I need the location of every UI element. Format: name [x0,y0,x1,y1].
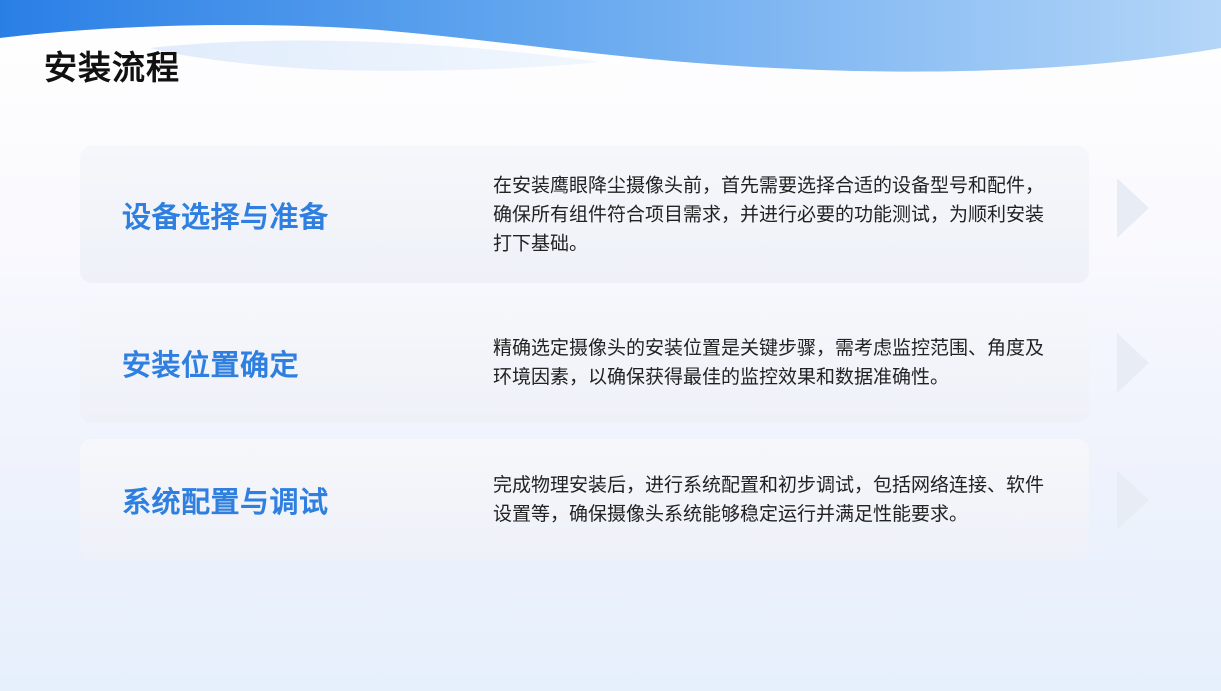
step-heading: 系统配置与调试 [122,484,329,519]
chevron-right-icon [1117,333,1149,393]
step-card-configuration: 系统配置与调试 完成物理安装后，进行系统配置和初步调试，包括网络连接、软件设置等… [80,439,1089,560]
step-heading: 设备选择与准备 [122,199,329,234]
step-card-equipment: 设备选择与准备 在安装鹰眼降尘摄像头前，首先需要选择合适的设备型号和配件，确保所… [80,146,1089,283]
chevron-right-icon [1117,178,1149,238]
step-heading: 安装位置确定 [122,347,300,382]
step-description: 在安装鹰眼降尘摄像头前，首先需要选择合适的设备型号和配件，确保所有组件符合项目需… [493,174,1045,254]
header-wave-decoration [0,0,1221,72]
step-card-location: 安装位置确定 精确选定摄像头的安装位置是关键步骤，需考虑监控范围、角度及环境因素… [80,302,1089,423]
step-description: 完成物理安装后，进行系统配置和初步调试，包括网络连接、软件设置等，确保摄像头系统… [493,473,1045,525]
step-description: 精确选定摄像头的安装位置是关键步骤，需考虑监控范围、角度及环境因素，以确保获得最… [493,336,1045,388]
chevron-right-icon [1117,470,1149,530]
page-title: 安装流程 [44,48,180,87]
